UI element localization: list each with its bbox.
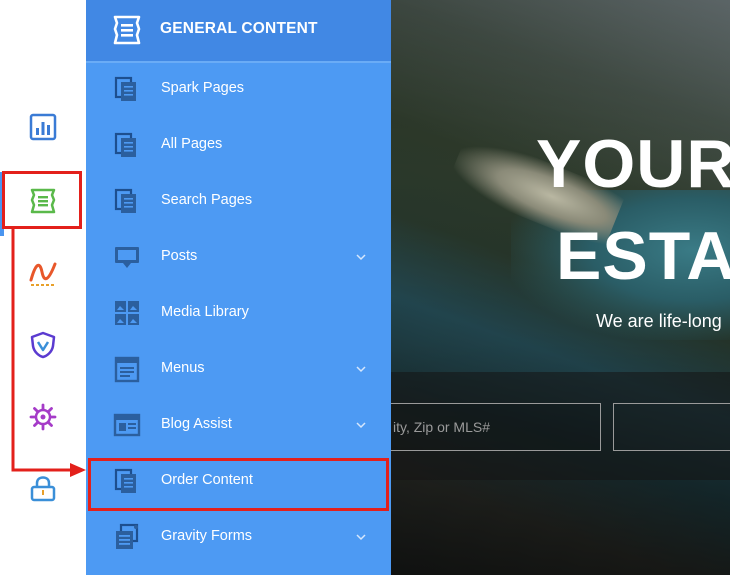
marketing-wave-icon xyxy=(29,262,57,286)
lock-icon xyxy=(30,476,56,502)
hero-title: YOUR ESTAT xyxy=(536,118,730,302)
menu-item-posts[interactable]: Posts xyxy=(86,229,391,285)
menu-item-label: Posts xyxy=(161,248,198,264)
website-preview: YOUR ESTAT We are life-long ity, Zip or … xyxy=(391,0,730,575)
menu-item-spark-pages[interactable]: Spark Pages xyxy=(86,61,391,117)
menu-item-label: Search Pages xyxy=(161,192,253,208)
media-grid-icon xyxy=(115,301,139,325)
menu-item-search-pages[interactable]: Search Pages xyxy=(86,173,391,229)
chevron-down-icon[interactable] xyxy=(355,363,367,375)
menu-doc-icon xyxy=(114,356,140,383)
app-icon-rail xyxy=(0,0,86,575)
menu-item-label: Spark Pages xyxy=(161,80,245,96)
hero-subtitle: We are life-long xyxy=(596,311,722,331)
security-shield-icon xyxy=(30,331,56,359)
rail-item-marketing[interactable] xyxy=(14,244,72,302)
pages-icon xyxy=(114,188,136,213)
rail-item-analytics[interactable] xyxy=(14,98,72,156)
menu-title: GENERAL CONTENT xyxy=(160,20,318,37)
menu-item-all-pages[interactable]: All Pages xyxy=(86,117,391,173)
rail-item-security[interactable] xyxy=(14,316,72,374)
settings-gear-icon xyxy=(29,403,57,431)
chevron-down-icon[interactable] xyxy=(355,419,367,431)
highlight-box-order-content xyxy=(88,458,389,511)
chevron-down-icon[interactable] xyxy=(355,531,367,543)
menu-item-gravity-forms[interactable]: Gravity Forms xyxy=(86,509,391,565)
rail-item-settings[interactable] xyxy=(14,388,72,446)
menu-item-label: Menus xyxy=(161,360,205,376)
forms-icon xyxy=(116,523,139,549)
menu-item-blog-assist[interactable]: Blog Assist xyxy=(86,397,391,453)
highlight-box-rail xyxy=(2,171,82,229)
pages-icon xyxy=(114,132,136,157)
hero-line-1: YOUR xyxy=(536,126,730,202)
pages-icon xyxy=(114,76,136,101)
menu-item-media-library[interactable]: Media Library xyxy=(86,285,391,341)
monitor-icon xyxy=(115,247,139,268)
analytics-bar-chart-icon xyxy=(29,113,57,141)
menu-item-label: Media Library xyxy=(161,304,249,320)
search-placeholder: ity, Zip or MLS# xyxy=(393,419,490,435)
general-content-icon xyxy=(113,15,141,45)
menu-header: GENERAL CONTENT xyxy=(86,0,391,61)
search-filter-field[interactable] xyxy=(613,403,730,451)
hero-line-2: ESTAT xyxy=(556,218,730,294)
chevron-down-icon[interactable] xyxy=(355,251,367,263)
menu-item-menus[interactable]: Menus xyxy=(86,341,391,397)
blog-layout-icon xyxy=(113,413,141,437)
rail-item-lock[interactable] xyxy=(14,460,72,518)
menu-item-label: Blog Assist xyxy=(161,416,232,432)
menu-item-label: Gravity Forms xyxy=(161,528,253,544)
search-input[interactable]: ity, Zip or MLS# xyxy=(391,403,601,451)
menu-item-label: All Pages xyxy=(161,136,223,152)
